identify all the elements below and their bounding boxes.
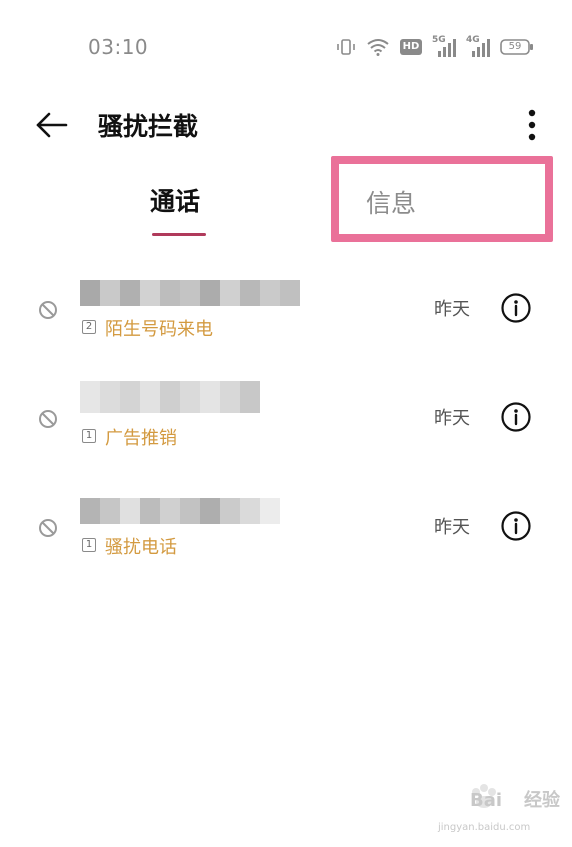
tab-messages[interactable]: 信息	[366, 184, 416, 220]
page-title: 骚扰拦截	[98, 112, 199, 141]
info-icon[interactable]	[500, 292, 532, 324]
back-button[interactable]	[34, 109, 70, 141]
signal-4g-icon: 4G	[466, 35, 490, 57]
back-arrow-icon	[36, 112, 68, 138]
call-time: 昨天	[434, 517, 470, 538]
blurred-phone-number	[80, 381, 260, 413]
call-type-label: 陌生号码来电	[105, 319, 213, 340]
blurred-phone-number	[80, 280, 300, 306]
app-bar: 骚扰拦截	[0, 95, 572, 155]
battery-level: 59	[508, 41, 522, 52]
list-item[interactable]: 1 广告推销 昨天	[0, 379, 572, 488]
call-type-label: 广告推销	[105, 428, 177, 449]
tab-bar: 通话 信息	[0, 156, 572, 260]
list-item[interactable]: 1 骚扰电话 昨天	[0, 488, 572, 597]
more-options-button[interactable]	[526, 107, 538, 143]
more-vertical-icon	[528, 109, 536, 141]
watermark-url: jingyan.baidu.com	[438, 822, 531, 833]
signal-5g-icon: 5G	[432, 35, 456, 57]
blocked-call-list: 2 陌生号码来电 昨天 1 广告推销 昨天 1 骚扰电话 昨天	[0, 270, 572, 597]
call-type-label: 骚扰电话	[105, 537, 177, 558]
watermark-brand-text: Bai	[470, 790, 503, 811]
status-time: 03:10	[88, 35, 149, 59]
highlight-annotation-box	[331, 156, 553, 242]
hd-badge: HD	[400, 39, 422, 55]
blurred-phone-number	[80, 498, 280, 524]
sim-card-icon: 2	[82, 320, 96, 334]
blocked-icon	[39, 410, 57, 428]
blocked-icon	[39, 301, 57, 319]
battery-icon: 59	[500, 38, 534, 56]
blocked-icon	[39, 519, 57, 537]
sim-card-icon: 1	[82, 538, 96, 552]
call-time: 昨天	[434, 408, 470, 429]
list-item[interactable]: 2 陌生号码来电 昨天	[0, 270, 572, 379]
tab-calls[interactable]: 通话	[150, 182, 200, 218]
wifi-icon	[366, 38, 390, 56]
watermark-brand: Bai 经验	[470, 786, 560, 812]
call-time: 昨天	[434, 299, 470, 320]
info-icon[interactable]	[500, 401, 532, 433]
watermark-brand-suffix: 经验	[524, 790, 561, 811]
status-icons: HD 5G 4G 59	[336, 35, 534, 58]
status-bar: 03:10 HD 5G 4G 59	[0, 0, 572, 95]
info-icon[interactable]	[500, 510, 532, 542]
vibrate-icon	[336, 37, 356, 57]
sim-card-icon: 1	[82, 429, 96, 443]
active-tab-indicator	[152, 233, 206, 236]
